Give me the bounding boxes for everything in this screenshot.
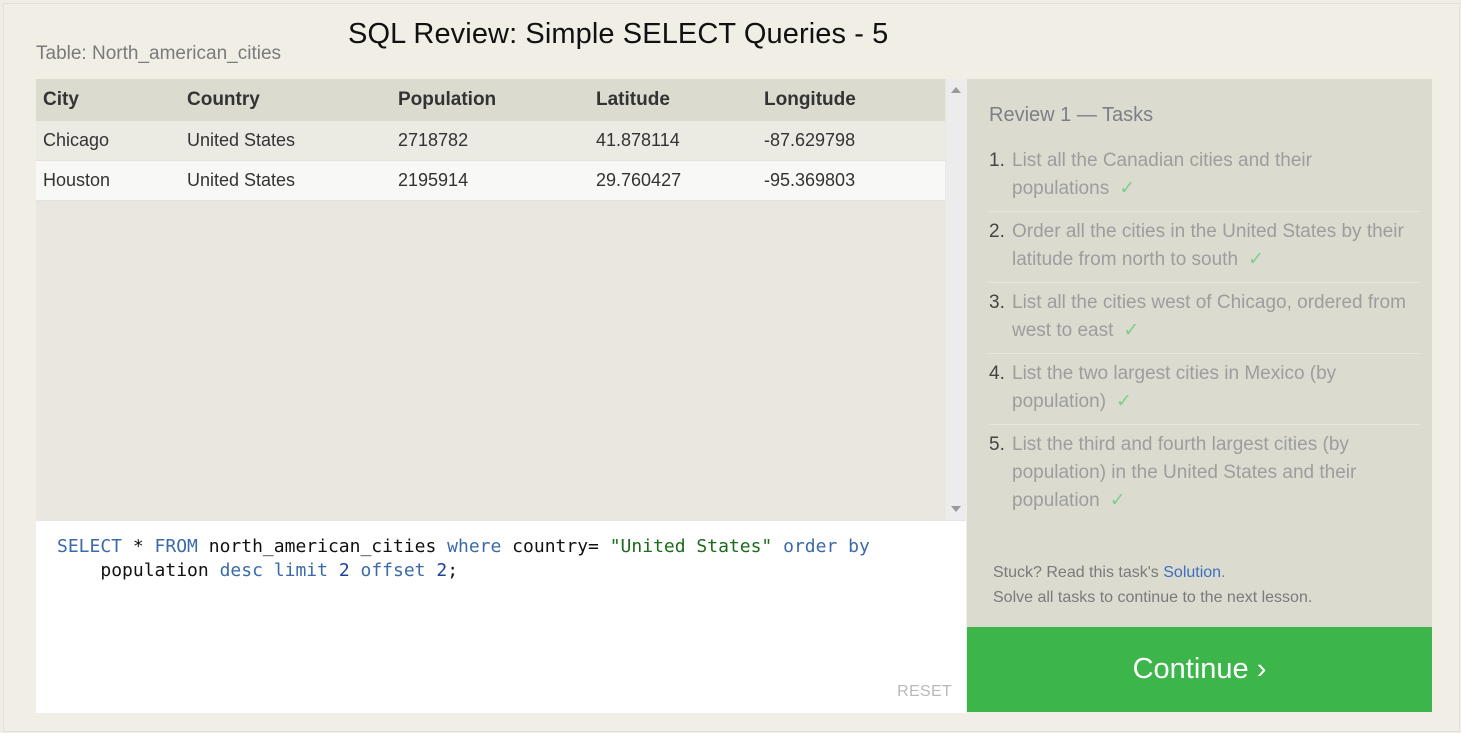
task-number: 2. xyxy=(989,221,1005,242)
task-number: 5. xyxy=(989,434,1005,455)
checkmark-icon: ✓ xyxy=(1109,490,1126,511)
code-offset-number: 2 xyxy=(436,560,448,581)
code-semicolon: ; xyxy=(447,560,459,581)
cell-latitude: 29.760427 xyxy=(589,160,757,201)
solve-note: Solve all tasks to continue to the next … xyxy=(993,589,1313,606)
table-row: Chicago United States 2718782 41.878114 … xyxy=(36,121,945,161)
cell-longitude: -95.369803 xyxy=(757,160,945,201)
code-column: country= xyxy=(501,536,610,557)
sql-query-text[interactable]: SELECT * FROM north_american_cities wher… xyxy=(57,535,937,583)
task-item: 3. List all the cities west of Chicago, o… xyxy=(989,289,1421,354)
code-order-column: population xyxy=(100,560,209,581)
cell-longitude: -87.629798 xyxy=(757,121,945,161)
keyword-where: where xyxy=(447,536,502,557)
table-caption: Table: North_american_cities xyxy=(36,43,282,64)
tasks-panel: Review 1 — Tasks 1. List all the Canadian… xyxy=(967,79,1432,627)
task-item: 1. List all the Canadian cities and their… xyxy=(989,147,1421,212)
column-header-longitude: Longitude xyxy=(757,79,945,121)
sql-editor[interactable]: SELECT * FROM north_american_cities wher… xyxy=(36,520,966,713)
cell-latitude: 41.878114 xyxy=(589,121,757,161)
cell-city: Houston xyxy=(36,160,180,201)
task-number: 4. xyxy=(989,363,1005,384)
code-star: * xyxy=(122,536,155,557)
task-number: 1. xyxy=(989,150,1005,171)
code-table-name: north_american_cities xyxy=(197,536,448,557)
task-number: 3. xyxy=(989,292,1005,313)
cell-population: 2718782 xyxy=(391,121,589,161)
results-scrollbar[interactable] xyxy=(946,79,966,520)
checkmark-icon: ✓ xyxy=(1119,178,1136,199)
page-title: SQL Review: Simple SELECT Queries - 5 xyxy=(348,18,889,50)
cell-population: 2195914 xyxy=(391,160,589,201)
column-header-country: Country xyxy=(180,79,391,121)
column-header-city: City xyxy=(36,79,180,121)
task-item: 5. List the third and fourth largest citi… xyxy=(989,431,1421,523)
column-header-population: Population xyxy=(391,79,589,121)
continue-button[interactable]: Continue › xyxy=(967,627,1432,712)
task-text: List the third and fourth largest cities… xyxy=(1012,434,1357,511)
task-text: List all the cities west of Chicago, ord… xyxy=(1012,292,1406,341)
column-header-latitude: Latitude xyxy=(589,79,757,121)
checkmark-icon: ✓ xyxy=(1116,391,1132,412)
task-item: 2. Order all the cities in the United Sta… xyxy=(989,218,1421,283)
checkmark-icon: ✓ xyxy=(1123,320,1140,341)
keyword-from: FROM xyxy=(154,536,198,557)
keyword-select: SELECT xyxy=(57,536,123,557)
scroll-up-arrow-icon[interactable] xyxy=(951,87,961,93)
results-table-panel: City Country Population Latitude Longitu… xyxy=(36,79,946,520)
checkmark-icon: ✓ xyxy=(1248,249,1264,270)
scroll-down-arrow-icon[interactable] xyxy=(951,506,961,512)
task-text: Order all the cities in the United State… xyxy=(1012,221,1404,270)
keyword-offset: offset xyxy=(360,560,426,581)
results-table: City Country Population Latitude Longitu… xyxy=(36,79,945,201)
task-text: List the two largest cities in Mexico (b… xyxy=(1012,363,1337,412)
solution-link[interactable]: Solution xyxy=(1163,564,1221,581)
keyword-limit: limit xyxy=(273,560,328,581)
task-list: 1. List all the Canadian cities and their… xyxy=(989,147,1421,529)
cell-city: Chicago xyxy=(36,121,180,161)
task-text: List all the Canadian cities and their p… xyxy=(1012,150,1312,199)
help-note: Stuck? Read this task's Solution. Solve … xyxy=(993,560,1312,610)
table-header-row: City Country Population Latitude Longitu… xyxy=(36,79,945,121)
code-limit-number: 2 xyxy=(338,560,350,581)
stuck-suffix: . xyxy=(1221,564,1226,581)
keyword-desc: desc xyxy=(219,560,263,581)
reset-button[interactable]: RESET xyxy=(897,683,952,701)
stuck-text: Stuck? Read this task's xyxy=(993,564,1164,581)
keyword-order-by: order by xyxy=(783,536,870,557)
code-string-value: "United States" xyxy=(609,536,773,557)
cell-country: United States xyxy=(180,121,391,161)
cell-country: United States xyxy=(180,160,391,201)
table-row: Houston United States 2195914 29.760427 … xyxy=(36,160,945,201)
task-item: 4. List the two largest cities in Mexico … xyxy=(989,360,1421,425)
tasks-title: Review 1 — Tasks xyxy=(989,104,1154,126)
